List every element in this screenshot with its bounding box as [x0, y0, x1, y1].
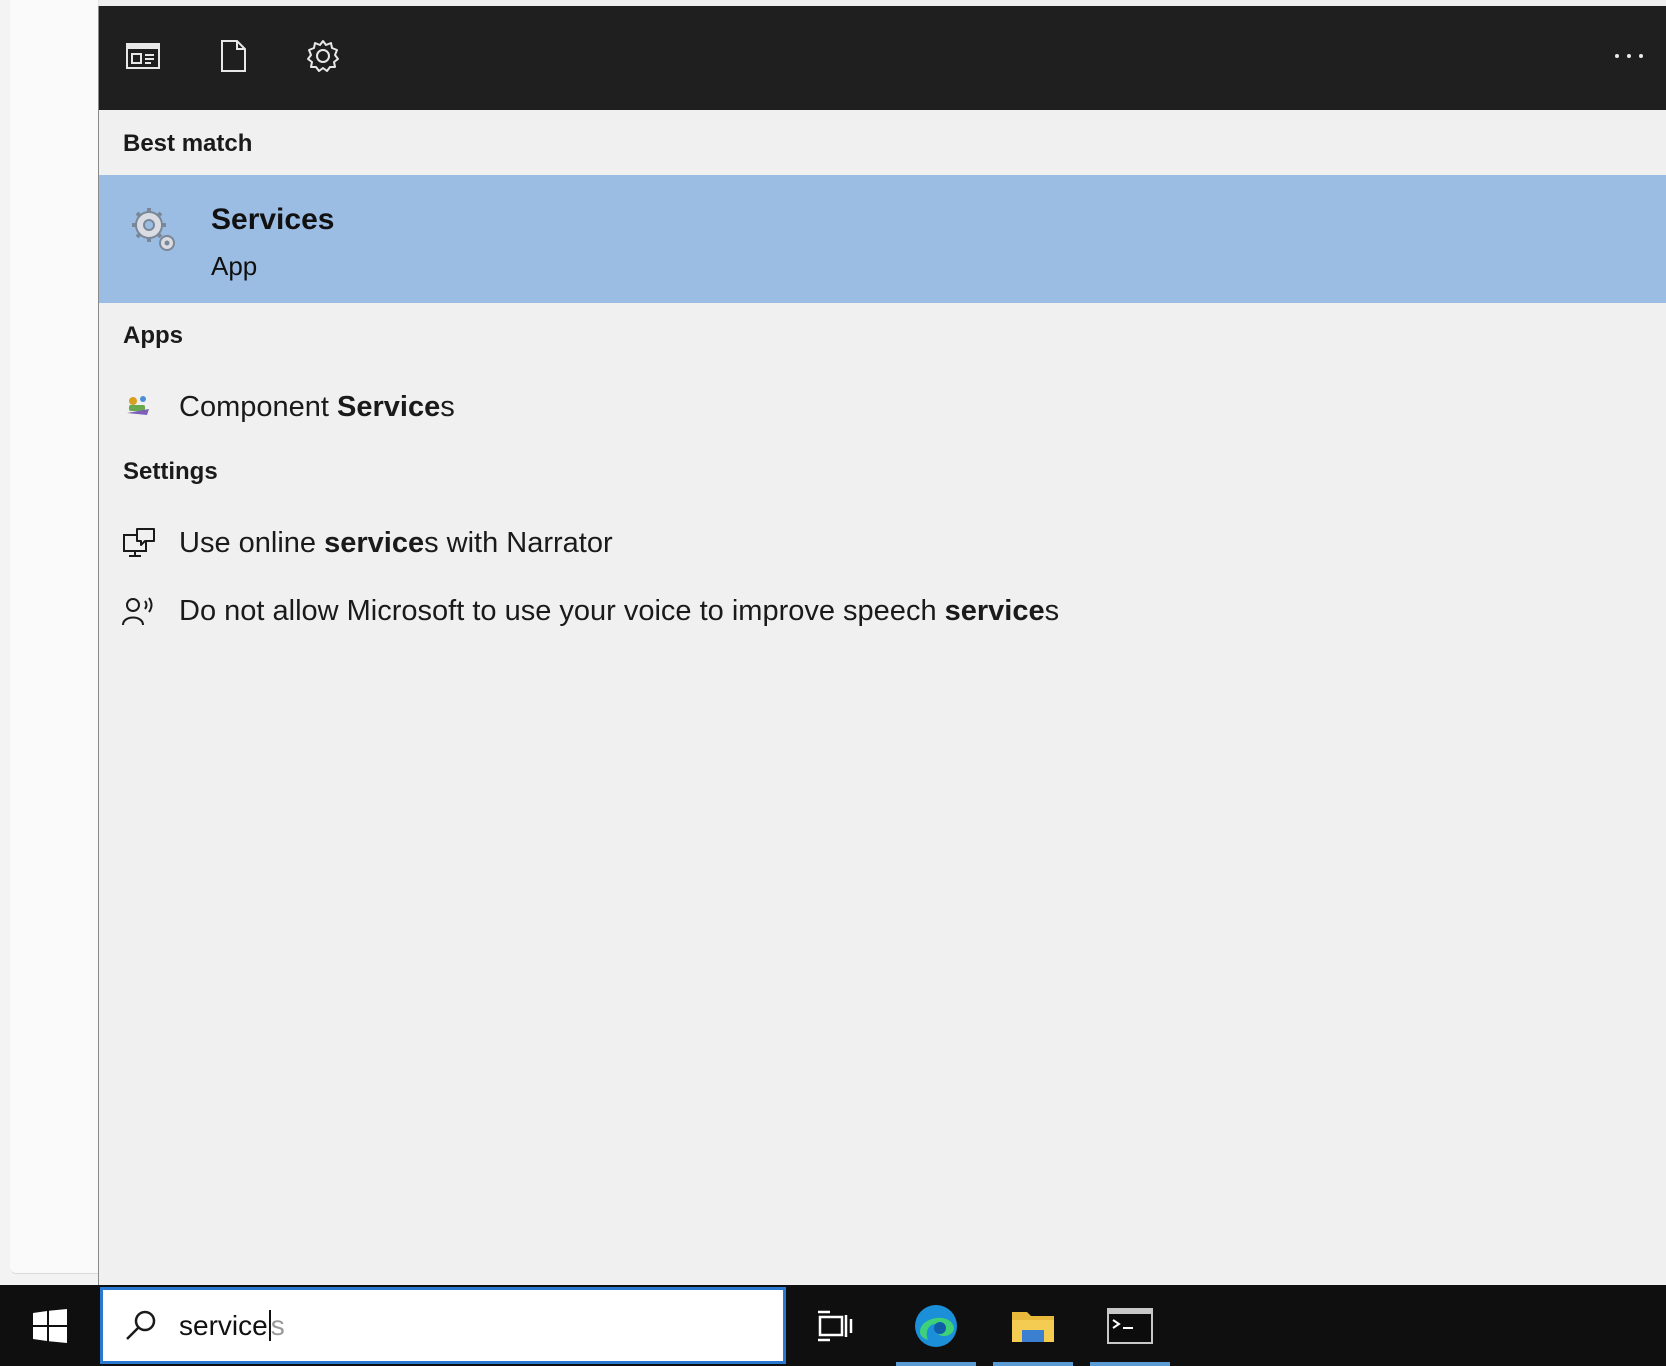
command-prompt-button[interactable]: [1090, 1285, 1170, 1366]
document-icon[interactable]: [213, 36, 253, 76]
edge-browser-button[interactable]: [896, 1285, 976, 1366]
search-autocomplete-suggestion: s: [268, 1310, 285, 1341]
best-match-subtitle: App: [211, 251, 258, 281]
background-window: [0, 0, 99, 1285]
apps-heading: Apps: [123, 322, 183, 349]
app-result-component-services[interactable]: Component Services: [99, 373, 1666, 439]
search-icon: [126, 1310, 156, 1340]
edge-browser-icon: [915, 1304, 957, 1347]
setting-result-narrator-online-services[interactable]: Use online services with Narrator: [99, 509, 1666, 575]
setting-result-speech-services[interactable]: Do not allow Microsoft to use your voice…: [99, 577, 1666, 643]
more-options-icon[interactable]: [1607, 36, 1651, 76]
active-app-indicator: [1090, 1362, 1170, 1366]
narrator-monitor-icon: [123, 528, 155, 557]
settings-heading: Settings: [123, 458, 218, 485]
best-match-services-item[interactable]: Services App: [99, 175, 1666, 303]
start-button[interactable]: [0, 1285, 100, 1366]
best-match-heading: Best match: [123, 130, 253, 157]
speech-person-icon: [122, 597, 153, 626]
app-view-icon[interactable]: [123, 36, 163, 76]
settings-gear-icon[interactable]: [303, 36, 343, 76]
setting-result-label: Use online services with Narrator: [179, 527, 613, 559]
search-input[interactable]: service s: [179, 1310, 285, 1342]
services-gear-icon: [132, 208, 175, 251]
best-match-title: Services: [211, 203, 335, 236]
component-services-icon: [127, 396, 149, 415]
active-app-indicator: [993, 1362, 1073, 1366]
file-explorer-button[interactable]: [993, 1285, 1073, 1366]
file-explorer-icon: [1012, 1311, 1054, 1342]
command-prompt-icon: [1107, 1307, 1153, 1344]
background-window-body: [10, 0, 99, 1274]
task-view-icon: [818, 1310, 853, 1341]
start-search-panel: Best match Services App Apps Component S…: [98, 6, 1666, 1285]
search-filter-toolbar: [99, 6, 1666, 110]
setting-result-label: Do not allow Microsoft to use your voice…: [179, 595, 1060, 627]
active-app-indicator: [896, 1362, 976, 1366]
windows-logo-icon: [33, 1308, 67, 1343]
taskbar: service s: [0, 1285, 1666, 1366]
app-result-label: Component Services: [179, 391, 455, 423]
task-view-button[interactable]: [795, 1285, 875, 1366]
taskbar-search-box[interactable]: service s: [100, 1287, 786, 1364]
